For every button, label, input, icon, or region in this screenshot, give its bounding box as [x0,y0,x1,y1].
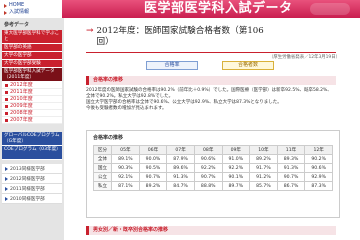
main-content: → 2012年度：医師国家試験合格者数（第106 回） （厚生労働省発表／12年… [66,18,360,240]
sidebar-item-data[interactable]: 医学部医学科入試データ（2011年度） [2,68,62,82]
prev-item[interactable]: 2011同様医学部 [2,184,62,194]
summary-text: 2012年度の医師国家試験の合格率は90.2%（前年比＋0.9%）でした。国際医… [86,88,332,111]
arrow-icon [5,186,8,191]
rate-table-box: 合格率の推移 区分 05年 06年 07年 08年 09年 10年 11年 12… [86,130,340,218]
header-banner: 医学部医学科入試データ [62,0,360,18]
table-title: 合格率の推移 [93,135,124,141]
square-icon [5,83,8,87]
sidebar-item-university[interactable]: 大学の医学部 [2,52,62,60]
section-heading-gender: 男女別／新・既卒別合格率の推移 [86,226,336,235]
square-icon [5,111,8,115]
year-list: 2012年度 2011年度 2010年度 2009年度 2008年度 2007年… [2,82,62,124]
home-link[interactable]: HOME [4,2,60,9]
banner-title: 医学部医学科入試データ [144,1,293,16]
prev-item[interactable]: 2013同様医学部 [2,164,62,174]
prev-list: 2013同様医学部 2012同様医学部 2011同様医学部 2010同様医学部 [2,164,62,204]
square-icon [5,97,8,101]
sidebar-heading: 参考データ [4,22,30,28]
prev-item[interactable]: 2012同様医学部 [2,174,62,184]
arrow-icon [5,176,8,181]
sidebar-item-study[interactable]: 東大医学部医学科で学ぶこと [2,30,62,44]
table-row: 公立 92.1% 90.7% 91.3% 90.7% 90.1% 91.2% 9… [92,172,333,182]
sidebar-item-gcoe[interactable]: グローバルCOEプログラム（G年度） [2,132,62,146]
section-heading-rate: 合格率の推移 [86,76,336,85]
square-icon [5,90,8,94]
table-header-row: 区分 05年 06年 07年 08年 09年 10年 11年 12年 [92,145,333,155]
top-nav: HOME 入試情報 [4,2,60,16]
arrow-icon [4,3,7,8]
arrow-icon [4,10,7,15]
arrow-icon [5,196,8,201]
pass-rate-table: 区分 05年 06年 07年 08年 09年 10年 11年 12年 全体 89… [92,145,333,191]
arrow-icon [5,166,8,171]
tab-pass-rate[interactable]: 合格率 [146,61,198,70]
table-row: 全体 89.1% 90.0% 87.9% 90.6% 91.0% 89.2% 8… [92,154,333,164]
square-icon [5,104,8,108]
arrow-icon: → [86,26,94,36]
table-row: 私立 87.1% 89.2% 84.7% 88.8% 89.7% 85.7% 8… [92,181,333,191]
square-icon [5,118,8,122]
banner-decoration [310,3,350,15]
table-row: 国立 90.3% 90.5% 89.6% 92.2% 92.2% 91.7% 9… [92,163,333,173]
tab-pass-count[interactable]: 合格者数 [222,61,274,70]
sidebar: 参考データ 東大医学部医学科で学ぶこと 医学部の英語 大学の医学部 大学の医学部… [0,18,64,240]
prev-item[interactable]: 2010同様医学部 [2,194,62,204]
source-note: （厚生労働省発表／12年3月19日） [268,55,340,60]
admission-link[interactable]: 入試情報 [4,9,60,16]
sidebar-item-coe[interactable]: COEプログラム（03年度） [2,146,62,160]
page-title: → 2012年度：医師国家試験合格者数（第106 回） [86,26,264,47]
year-item[interactable]: 2007年度 [2,117,62,124]
title-divider [86,52,336,53]
sidebar-item-exam[interactable]: 大学の医学部受験 [2,60,62,68]
sidebar-item-english[interactable]: 医学部の英語 [2,44,62,52]
